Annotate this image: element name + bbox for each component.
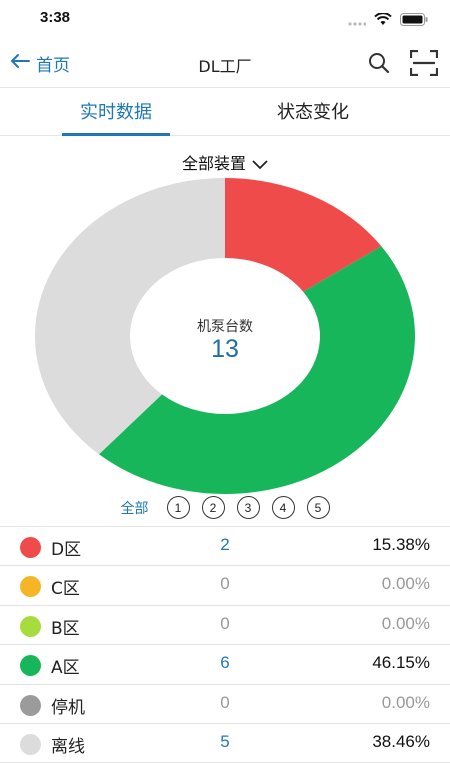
list-item-count: 6 <box>220 653 230 673</box>
wifi-icon <box>374 11 392 30</box>
tab-status-change[interactable]: 状态变化 <box>253 98 373 124</box>
area-list: D区 2 15.38% C区 0 0.00% B区 0 0.00% A区 6 4… <box>0 526 450 763</box>
list-item[interactable]: 离线 5 38.46% <box>0 724 450 763</box>
list-item-name: B区 <box>51 618 80 639</box>
list-item-count: 2 <box>220 535 230 554</box>
list-item-name: C区 <box>51 579 80 600</box>
status-indicators <box>348 11 428 30</box>
status-time: 3:38 <box>40 9 71 26</box>
pager-page-3[interactable]: 3 <box>236 496 260 519</box>
list-item-count: 0 <box>220 574 230 594</box>
scan-icon[interactable] <box>409 49 439 80</box>
legend-dot <box>20 615 41 637</box>
list-item[interactable]: D区 2 15.38% <box>0 527 450 567</box>
list-item-count: 0 <box>220 613 230 633</box>
list-item[interactable]: B区 0 0.00% <box>0 606 450 646</box>
chart-pager: 全部 1 2 3 4 5 <box>0 496 450 519</box>
battery-icon <box>400 11 428 30</box>
chevron-down-icon <box>246 154 268 173</box>
legend-dot <box>20 537 41 558</box>
list-item[interactable]: C区 0 0.00% <box>0 566 450 606</box>
list-item-percent: 0.00% <box>381 574 430 594</box>
nav-actions <box>368 49 439 80</box>
chart-center-value: 13 <box>211 335 239 363</box>
pager-page-1[interactable]: 1 <box>166 496 190 519</box>
list-item-percent: 0.00% <box>381 692 430 712</box>
navigation-bar: 首页 DL工厂 <box>0 38 450 88</box>
pager-page-4[interactable]: 4 <box>271 496 295 519</box>
tab-bar: 实时数据 状态变化 <box>0 88 450 136</box>
list-item-name: 停机 <box>51 697 85 718</box>
list-item[interactable]: 停机 0 0.00% <box>0 685 450 724</box>
active-tab-indicator <box>62 133 170 136</box>
list-item-name: 离线 <box>51 736 85 757</box>
list-item-percent: 0.00% <box>381 613 430 633</box>
list-item-percent: 38.46% <box>372 731 430 751</box>
legend-dot <box>20 576 41 598</box>
pager-all-button[interactable]: 全部 <box>121 498 149 518</box>
pager-page-2[interactable]: 2 <box>201 496 225 519</box>
pager-page-5[interactable]: 5 <box>306 496 330 519</box>
list-item-count: 0 <box>220 692 230 712</box>
search-icon[interactable] <box>368 52 390 78</box>
legend-dot <box>20 655 41 677</box>
signal-icon <box>348 11 367 30</box>
list-item-percent: 15.38% <box>372 535 430 554</box>
tab-realtime-data[interactable]: 实时数据 <box>56 98 176 124</box>
device-filter-value: 全部装置 <box>181 154 246 173</box>
device-filter-dropdown[interactable]: 全部装置 <box>0 150 450 174</box>
list-item-name: A区 <box>51 658 80 679</box>
legend-dot <box>20 733 41 755</box>
chart-center-label: 机泵台数 <box>197 319 253 335</box>
list-item[interactable]: A区 6 46.15% <box>0 645 450 685</box>
list-item-percent: 46.15% <box>372 653 430 673</box>
list-item-count: 5 <box>220 731 230 751</box>
status-bar: 3:38 <box>0 0 450 38</box>
list-item-name: D区 <box>51 540 82 560</box>
legend-dot <box>20 694 41 716</box>
